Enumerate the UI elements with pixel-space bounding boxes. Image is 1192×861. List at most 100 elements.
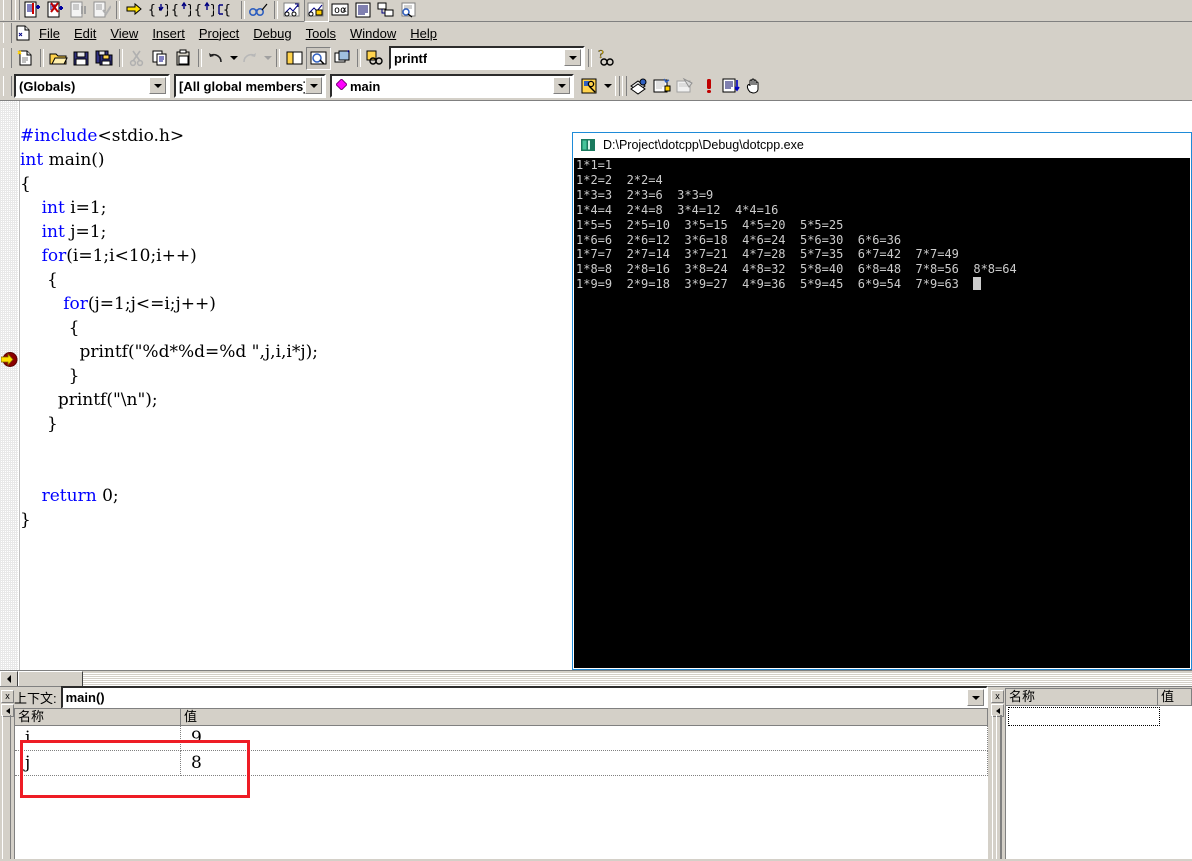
- cut-icon[interactable]: [126, 48, 149, 69]
- variable-name-cell[interactable]: i: [15, 726, 181, 751]
- console-cursor: [973, 277, 981, 290]
- workspace-icon[interactable]: [283, 48, 306, 69]
- watch-col-value[interactable]: 值: [1158, 689, 1192, 706]
- context-combo[interactable]: main(): [61, 686, 988, 709]
- break-execution-icon[interactable]: [67, 0, 90, 21]
- console-app-icon: [581, 139, 595, 151]
- class-combo-arrow-icon[interactable]: [149, 77, 166, 94]
- build-toolbar-gripper-2[interactable]: [622, 76, 627, 96]
- scroll-thumb[interactable]: [18, 671, 83, 688]
- filter-combo[interactable]: [All global members]: [174, 74, 326, 98]
- quickwatch-icon[interactable]: [248, 0, 271, 21]
- redo-icon[interactable]: [239, 48, 262, 69]
- compile-icon[interactable]: [628, 76, 651, 97]
- variables-grid[interactable]: 名称 值 i9j8: [14, 708, 988, 859]
- console-output-area[interactable]: 1*1=1 1*2=2 2*2=4 1*3=3 2*3=6 3*3=9 1*4=…: [574, 158, 1190, 668]
- disassembly-icon[interactable]: [398, 0, 421, 21]
- build-icon[interactable]: [651, 76, 674, 97]
- member-combo[interactable]: main: [330, 74, 574, 98]
- find-dropdown-arrow-icon[interactable]: [564, 49, 581, 66]
- scroll-track[interactable]: [83, 672, 1192, 687]
- menubar-gripper[interactable]: [3, 23, 12, 43]
- watch-pane-gripper-2[interactable]: [996, 715, 1002, 859]
- menu-item-edit[interactable]: Edit: [67, 24, 103, 43]
- output-icon[interactable]: [306, 47, 331, 70]
- variables-row[interactable]: i9: [15, 726, 988, 751]
- toolbar-separator-2: [241, 1, 245, 19]
- save-all-icon[interactable]: [93, 48, 116, 69]
- variables-grid-rows[interactable]: i9j8: [15, 726, 988, 859]
- insert-breakpoint-icon[interactable]: [720, 76, 743, 97]
- console-title-bar[interactable]: D:\Project\dotcpp\Debug\dotcpp.exe: [573, 133, 1191, 157]
- variable-name-cell[interactable]: j: [15, 751, 181, 776]
- redo-dropdown-arrow-icon[interactable]: [262, 48, 273, 69]
- menu-item-window[interactable]: Window: [343, 24, 403, 43]
- source-code[interactable]: #include<stdio.h> int main() { int i=1; …: [20, 124, 318, 532]
- apply-code-changes-icon[interactable]: [90, 0, 113, 21]
- step-into-icon[interactable]: {·}: [146, 0, 169, 21]
- build-toolbar-gripper[interactable]: [615, 76, 620, 96]
- watch-col-name[interactable]: 名称: [1006, 689, 1158, 706]
- toolbar-gripper-2[interactable]: [15, 0, 20, 20]
- variables-pane-close-button[interactable]: x: [1, 690, 14, 703]
- watch-grid[interactable]: 名称 值: [1005, 688, 1192, 859]
- console-window[interactable]: D:\Project\dotcpp\Debug\dotcpp.exe 1*1=1…: [572, 132, 1192, 670]
- paste-icon[interactable]: [172, 48, 195, 69]
- hand-icon[interactable]: [743, 76, 766, 97]
- restart-icon[interactable]: [21, 0, 44, 21]
- undo-dropdown-arrow-icon[interactable]: [228, 48, 239, 69]
- scroll-left-button[interactable]: [0, 671, 18, 688]
- menu-item-help[interactable]: Help: [403, 24, 444, 43]
- registers-window-icon[interactable]: oo x: [329, 0, 352, 21]
- step-over-icon[interactable]: { }: [169, 0, 192, 21]
- menu-item-file[interactable]: File: [32, 24, 67, 43]
- undo-icon[interactable]: [205, 48, 228, 69]
- variable-value-cell[interactable]: 8: [181, 751, 988, 776]
- go-icon[interactable]: [697, 76, 720, 97]
- window-list-icon[interactable]: [331, 48, 354, 69]
- help-search-icon[interactable]: ?: [595, 48, 618, 69]
- show-next-statement-icon[interactable]: [123, 0, 146, 21]
- find-in-files-icon[interactable]: [364, 48, 387, 69]
- breakpoint-current-statement-marker[interactable]: [1, 351, 18, 368]
- open-icon[interactable]: [47, 48, 70, 69]
- call-stack-icon[interactable]: [375, 0, 398, 21]
- variables-row[interactable]: j8: [15, 751, 988, 776]
- filter-combo-arrow-icon[interactable]: [305, 77, 322, 94]
- menu-item-tools[interactable]: Tools: [299, 24, 343, 43]
- toolbar-gripper[interactable]: [3, 0, 12, 20]
- context-combo-arrow-icon[interactable]: [967, 689, 984, 706]
- watch-grid-rows[interactable]: [1006, 706, 1192, 859]
- variables-pane-gripper[interactable]: [2, 715, 11, 859]
- stop-debugging-icon[interactable]: [44, 0, 67, 21]
- class-combo[interactable]: (Globals): [14, 74, 170, 98]
- new-text-file-icon[interactable]: [14, 48, 37, 69]
- variables-col-name[interactable]: 名称: [15, 709, 181, 726]
- copy-icon[interactable]: [149, 48, 172, 69]
- run-to-cursor-icon[interactable]: { }: [215, 0, 238, 21]
- wizardbar-gripper[interactable]: [3, 76, 12, 96]
- menu-item-insert[interactable]: Insert: [145, 24, 192, 43]
- member-combo-arrow-icon[interactable]: [553, 77, 570, 94]
- watch-window-icon[interactable]: [281, 0, 304, 21]
- editor-gutter[interactable]: [0, 101, 20, 687]
- watch-pane-close-button[interactable]: x: [991, 690, 1004, 703]
- menu-item-view-label: View: [110, 26, 138, 41]
- variable-value-cell[interactable]: 9: [181, 726, 988, 751]
- variables-col-value[interactable]: 值: [181, 709, 988, 726]
- editor-horizontal-scrollbar[interactable]: [0, 670, 1192, 687]
- menu-item-debug[interactable]: Debug: [246, 24, 298, 43]
- step-out-icon[interactable]: { }: [192, 0, 215, 21]
- find-input[interactable]: printf: [391, 51, 427, 66]
- watch-new-entry-cell[interactable]: [1008, 707, 1160, 726]
- menu-item-view[interactable]: View: [103, 24, 145, 43]
- wizardbar-dropdown-arrow-icon[interactable]: [601, 76, 614, 97]
- memory-window-icon[interactable]: [352, 0, 375, 21]
- standard-toolbar-gripper[interactable]: [3, 48, 12, 68]
- menu-item-project[interactable]: Project: [192, 24, 246, 43]
- wizardbar-action-icon[interactable]: [578, 76, 601, 97]
- save-icon[interactable]: [70, 48, 93, 69]
- stop-build-icon[interactable]: [674, 76, 697, 97]
- find-combo[interactable]: printf: [389, 46, 585, 70]
- variables-window-icon[interactable]: [304, 0, 329, 22]
